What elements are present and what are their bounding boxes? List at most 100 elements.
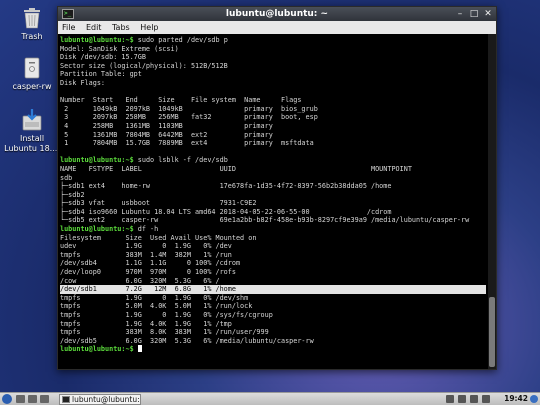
- line-text: ├─sdb4 iso9660 Lubuntu 18.04 LTS amd64 2…: [60, 207, 392, 216]
- menu-edit[interactable]: Edit: [86, 23, 102, 32]
- browser-launcher-icon[interactable]: [28, 395, 37, 403]
- terminal-output-line: Partition Table: gpt: [60, 70, 486, 79]
- terminal-output-line: /dev/sdb1 7.2G 12M 6.8G 1% /home: [60, 285, 486, 294]
- desktop-icon-label: casper-rw: [12, 82, 52, 91]
- line-text: Model: SanDisk Extreme (scsi): [60, 44, 179, 53]
- terminal-output-line: 1 7804MB 15.7GB 7889MB ext4 primary msft…: [60, 139, 486, 148]
- menu-tabs[interactable]: Tabs: [112, 23, 130, 32]
- terminal-output-line: Number Start End Size File system Name F…: [60, 96, 486, 105]
- menu-file[interactable]: File: [62, 23, 75, 32]
- file-manager-launcher-icon[interactable]: [16, 395, 25, 403]
- terminal-output-line: tmpfs 5.0M 4.0K 5.0M 1% /run/lock: [60, 302, 486, 311]
- terminal-output-line: /dev/sdb4 1.1G 1.1G 0 100% /cdrom: [60, 259, 486, 268]
- line-text: 5 1361MB 7804MB 6442MB ext2 primary: [60, 130, 273, 139]
- text-cursor: [137, 345, 142, 353]
- line-text: udev 1.9G 0 1.9G 0% /dev: [60, 242, 232, 251]
- line-text: 4 258MB 1361MB 1103MB primary: [60, 121, 273, 130]
- terminal-output-line: tmpfs 1.9G 4.0K 1.9G 1% /tmp: [60, 320, 486, 329]
- terminal-output-line: Disk /dev/sdb: 15.7GB: [60, 53, 486, 62]
- line-text: 1 7804MB 15.7GB 7889MB ext4 primary msft…: [60, 139, 314, 148]
- terminal-output-line: /cow 6.0G 320M 5.3G 6% /: [60, 277, 486, 286]
- line-text: Filesystem Size Used Avail Use% Mounted …: [60, 233, 257, 242]
- terminal-scrollbar[interactable]: [488, 34, 496, 369]
- line-text: ├─sdb1 ext4 home-rw 17e678fa-1d35-4f72-8…: [60, 182, 392, 191]
- taskbar-terminal-task[interactable]: lubuntu@lubuntu: ~: [59, 394, 141, 405]
- terminal-command-line: lubuntu@lubuntu:~$ sudo parted /dev/sdb …: [60, 36, 486, 45]
- line-text: tmpfs 5.0M 4.0K 5.0M 1% /run/lock: [60, 302, 253, 311]
- terminal-command-line: lubuntu@lubuntu:~$ sudo lsblk -f /dev/sd…: [60, 156, 486, 165]
- line-text: ├─sdb3 vfat usbboot 7931-C9E2: [60, 199, 257, 208]
- line-text: /dev/sdb4 1.1G 1.1G 0 100% /cdrom: [60, 259, 241, 268]
- line-text: /dev/sdb1 7.2G 12M 6.8G 1% /home: [60, 285, 236, 294]
- line-text: sudo lsblk -f /dev/sdb: [133, 156, 228, 165]
- clock[interactable]: 19:42: [504, 393, 528, 405]
- desktop-icon-install-lubuntu[interactable]: Install Lubuntu 18....: [0, 108, 64, 154]
- terminal-window[interactable]: >_ lubuntu@lubuntu: ~ – □ ✕ File Edit Ta…: [57, 6, 497, 370]
- terminal-output-line: ├─sdb3 vfat usbboot 7931-C9E2: [60, 199, 486, 208]
- terminal-output-line: tmpfs 383M 1.4M 382M 1% /run: [60, 251, 486, 260]
- terminal-output-line: /dev/sdb5 6.0G 320M 5.3G 6% /media/lubun…: [60, 337, 486, 346]
- close-button[interactable]: ✕: [482, 8, 494, 20]
- workspace-icon[interactable]: [446, 395, 454, 403]
- line-text: tmpfs 383M 8.0K 383M 1% /run/user/999: [60, 328, 269, 337]
- line-text: Partition Table: gpt: [60, 70, 142, 79]
- start-menu-button[interactable]: [2, 394, 12, 404]
- terminal-output-line: 2 1049kB 2097kB 1049kB primary bios_grub: [60, 105, 486, 114]
- terminal-output-line: Disk Flags:: [60, 79, 486, 88]
- line-text: NAME FSTYPE LABEL UUID MOUNTPOINT: [60, 164, 412, 173]
- terminal-command-line: lubuntu@lubuntu:~$: [60, 345, 486, 354]
- minimize-button[interactable]: –: [454, 8, 466, 20]
- network-icon[interactable]: [470, 395, 478, 403]
- terminal-command-line: lubuntu@lubuntu:~$ df -h: [60, 225, 486, 234]
- line-text: ├─sdb2: [60, 190, 85, 199]
- line-text: /dev/loop0 970M 970M 0 100% /rofs: [60, 268, 236, 277]
- terminal-output-line: udev 1.9G 0 1.9G 0% /dev: [60, 242, 486, 251]
- line-text: 3 2097kB 258MB 256MB fat32 primary boot,…: [60, 113, 318, 122]
- desktop-icon-label: Install Lubuntu 18....: [4, 134, 60, 153]
- desktop-icon-trash[interactable]: Trash: [0, 6, 64, 42]
- terminal-output-line: /dev/loop0 970M 970M 0 100% /rofs: [60, 268, 486, 277]
- window-titlebar[interactable]: >_ lubuntu@lubuntu: ~ – □ ✕: [58, 7, 496, 21]
- terminal-output-line: tmpfs 383M 8.0K 383M 1% /run/user/999: [60, 328, 486, 337]
- terminal-output-line: tmpfs 1.9G 0 1.9G 0% /dev/shm: [60, 294, 486, 303]
- terminal-output-line: ├─sdb1 ext4 home-rw 17e678fa-1d35-4f72-8…: [60, 182, 486, 191]
- line-text: sdb: [60, 173, 73, 182]
- terminal-output-line: sdb: [60, 174, 486, 183]
- terminal-output-line: Sector size (logical/physical): 512B/512…: [60, 62, 486, 71]
- terminal-output[interactable]: lubuntu@lubuntu:~$ sudo parted /dev/sdb …: [58, 34, 488, 369]
- terminal-output-line: [60, 148, 486, 157]
- scrollbar-thumb[interactable]: [489, 297, 495, 367]
- line-text: Sector size (logical/physical): 512B/512…: [60, 61, 228, 70]
- shell-prompt: lubuntu@lubuntu:~$: [60, 36, 134, 44]
- line-text: sudo parted /dev/sdb p: [133, 36, 228, 44]
- shell-prompt: lubuntu@lubuntu:~$: [60, 225, 134, 234]
- line-text: Number Start End Size File system Name F…: [60, 96, 302, 105]
- terminal-output-line: 3 2097kB 258MB 256MB fat32 primary boot,…: [60, 113, 486, 122]
- line-text: /cow 6.0G 320M 5.3G 6% /: [60, 276, 220, 285]
- maximize-button[interactable]: □: [468, 8, 480, 20]
- terminal-output-line: NAME FSTYPE LABEL UUID MOUNTPOINT: [60, 165, 486, 174]
- line-text: tmpfs 1.9G 0 1.9G 0% /sys/fs/cgroup: [60, 311, 273, 319]
- terminal-output-line: Model: SanDisk Extreme (scsi): [60, 45, 486, 54]
- menu-help[interactable]: Help: [140, 23, 158, 32]
- terminal-output-line: 5 1361MB 7804MB 6442MB ext2 primary: [60, 131, 486, 140]
- show-desktop-icon[interactable]: [40, 395, 49, 403]
- keyboard-layout-icon[interactable]: [458, 395, 466, 403]
- logout-icon[interactable]: [530, 395, 538, 403]
- trash-icon: [24, 8, 40, 29]
- terminal-output-line: Filesystem Size Used Avail Use% Mounted …: [60, 234, 486, 243]
- shell-prompt: lubuntu@lubuntu:~$: [60, 156, 134, 165]
- terminal-output-line: [60, 88, 486, 97]
- line-text: tmpfs 1.9G 4.0K 1.9G 1% /tmp: [60, 319, 232, 328]
- window-title: lubuntu@lubuntu: ~: [225, 9, 329, 19]
- line-text: 2 1049kB 2097kB 1049kB primary bios_grub: [60, 104, 318, 113]
- desktop-icon-casper-rw[interactable]: casper-rw: [0, 56, 64, 92]
- taskbar-task-label: lubuntu@lubuntu: ~: [72, 395, 140, 404]
- line-text: /dev/sdb5 6.0G 320M 5.3G 6% /media/lubun…: [60, 336, 314, 345]
- taskbar: lubuntu@lubuntu: ~ 19:42: [0, 392, 540, 405]
- shell-prompt: lubuntu@lubuntu:~$: [60, 345, 134, 354]
- volume-icon[interactable]: [482, 395, 490, 403]
- terminal-task-icon: [62, 396, 70, 403]
- line-text: tmpfs 383M 1.4M 382M 1% /run: [60, 250, 232, 259]
- terminal-output-line: ├─sdb2: [60, 191, 486, 200]
